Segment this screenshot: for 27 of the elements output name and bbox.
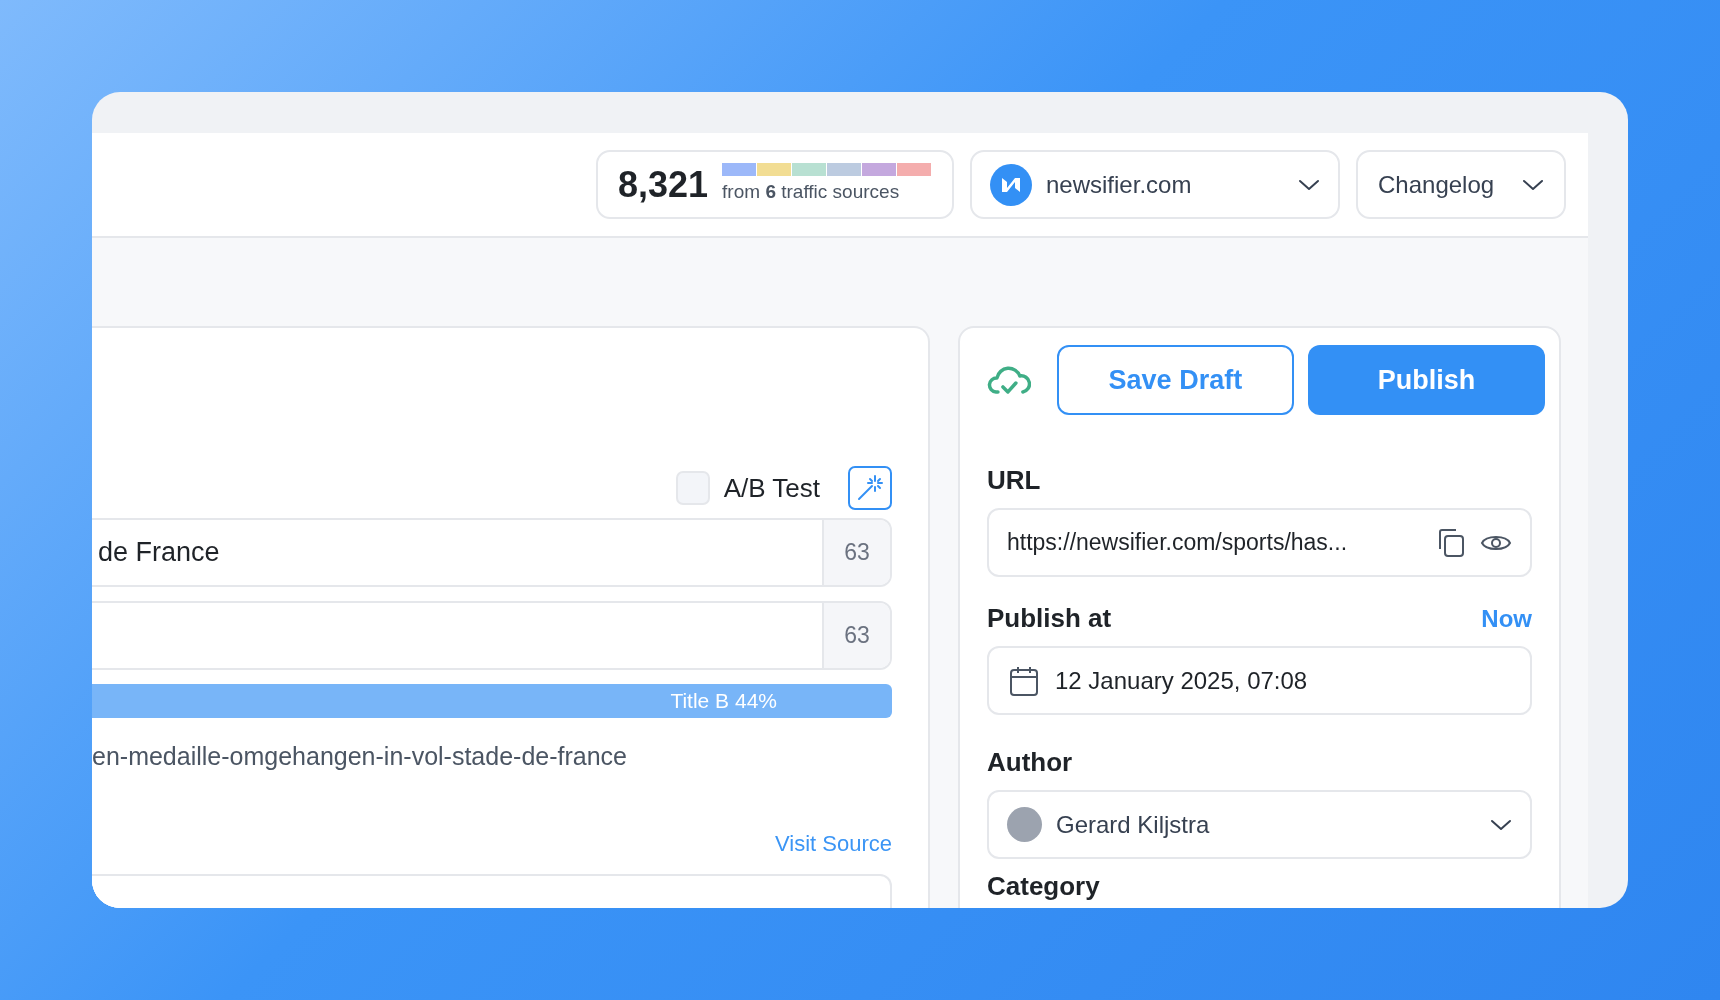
traffic-count: 8,321 <box>618 162 709 207</box>
traffic-summary: from 6 traffic sources <box>722 179 901 204</box>
article-slug: en-medaille-omgehangen-in-vol-stade-de-france <box>92 740 628 772</box>
author-dropdown[interactable]: Gerard Kiljstra <box>987 790 1532 859</box>
changelog-dropdown[interactable]: Changelog <box>1356 150 1566 219</box>
chevron-down-icon <box>1490 817 1512 832</box>
ab-test-checkbox[interactable] <box>675 471 710 505</box>
chevron-down-icon <box>1522 177 1544 192</box>
ab-test-label: A/B Test <box>723 471 820 505</box>
url-label: URL <box>987 464 1042 497</box>
author-label: Author <box>987 746 1074 779</box>
category-label: Category <box>987 873 1101 899</box>
publish-date-field[interactable]: 12 January 2025, 07:08 <box>987 646 1532 715</box>
title-field[interactable]: de France 63 <box>92 518 892 587</box>
calendar-icon <box>1009 664 1039 697</box>
site-logo-icon <box>990 163 1032 206</box>
site-selector[interactable]: newsifier.com <box>970 150 1340 219</box>
character-count: 63 <box>822 603 890 668</box>
title-field[interactable]: 63 <box>92 601 892 670</box>
publish-at-label: Publish at <box>987 602 1112 635</box>
url-field[interactable]: https://newsifier.com/sports/has... <box>987 508 1532 577</box>
magic-wand-icon <box>856 474 884 502</box>
character-count: 63 <box>822 520 890 585</box>
magic-wand-button[interactable] <box>848 466 892 510</box>
avatar <box>1007 807 1042 842</box>
chevron-down-icon <box>1298 177 1320 192</box>
title-b-share-label: Title B 44% <box>670 688 777 715</box>
